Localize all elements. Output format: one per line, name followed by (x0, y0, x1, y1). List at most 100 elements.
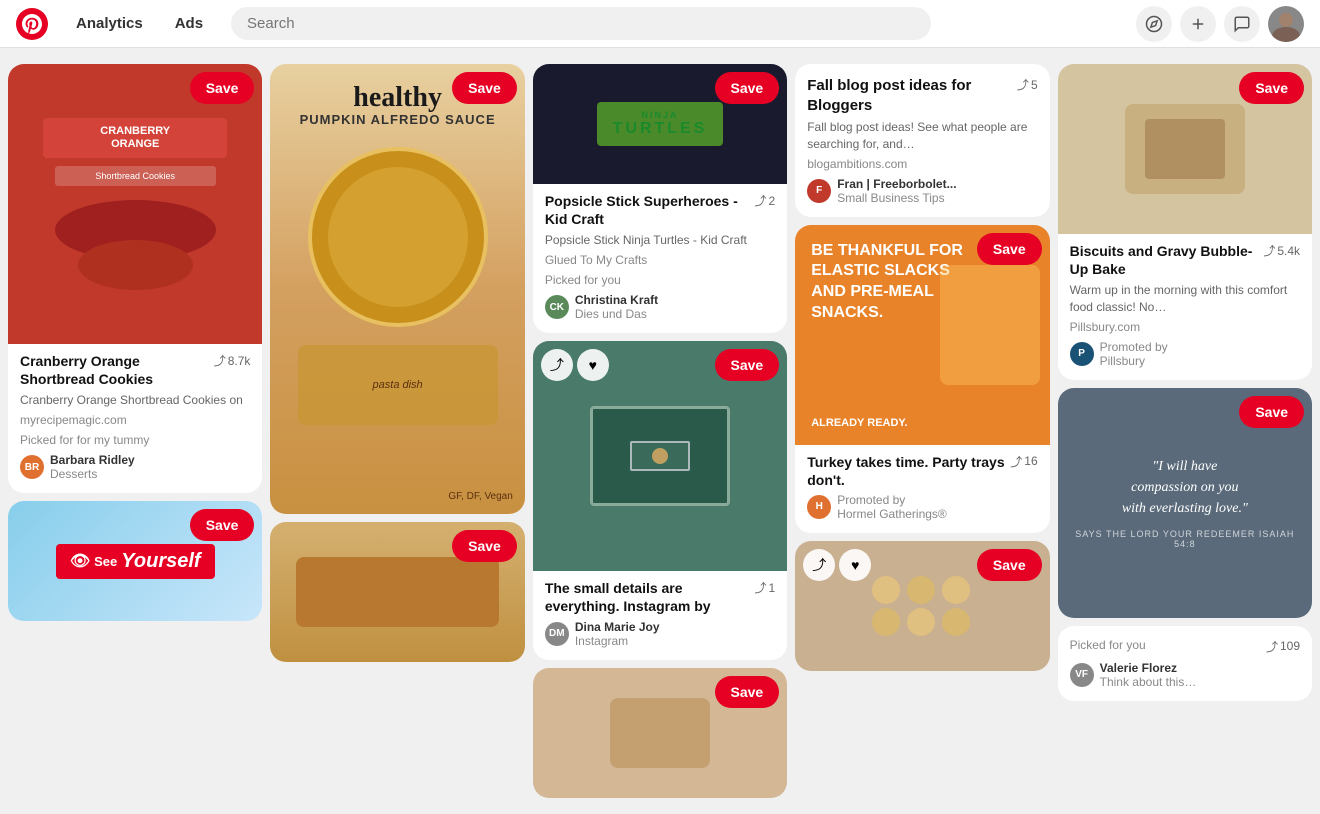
user-avatar-small: CK (545, 295, 569, 319)
pin-info: Biscuits and Gravy Bubble-Up Bake ⤴ 5.4k… (1058, 234, 1312, 380)
user-info: F Fran | Freeborbolet... Small Business … (807, 177, 1037, 205)
pin-grid: CRANBERRYORANGE Shortbread Cookies Save … (0, 48, 1320, 814)
save-icon: ⤴ (214, 352, 226, 369)
pin-title: The small details are everything. Instag… (545, 579, 755, 615)
save-button[interactable]: Save (452, 530, 517, 562)
user-info: VF Valerie Florez Think about this… (1070, 661, 1300, 689)
user-avatar[interactable] (1268, 6, 1304, 42)
pin-info: Picked for you ⤴ 109 VF Valerie Florez T… (1058, 626, 1312, 701)
picked-for: Picked for for my tummy (20, 433, 250, 447)
pin-title: Fall blog post ideas for Bloggers (807, 76, 1017, 115)
pin-card-food-col3[interactable]: Save (533, 668, 787, 798)
user-board: Dies und Das (575, 307, 658, 321)
user-name: Dina Marie Joy (575, 620, 660, 634)
add-icon-btn[interactable] (1180, 6, 1216, 42)
user-info: DM Dina Marie Joy Instagram (545, 620, 775, 648)
main-nav: Analytics Ads (64, 9, 215, 38)
user-avatar-small: BR (20, 455, 44, 479)
pin-card-ninja-turtles[interactable]: NINJA TURTLES Save Popsicle Stick Superh… (533, 64, 787, 333)
column-3: NINJA TURTLES Save Popsicle Stick Superh… (533, 64, 787, 798)
save-count: ⤴ 16 (1010, 453, 1037, 470)
user-board: Instagram (575, 634, 660, 648)
save-button[interactable]: Save (715, 72, 780, 104)
pin-desc: Fall blog post ideas! See what people ar… (807, 119, 1037, 153)
pin-card-biscuits-gravy[interactable]: Save Biscuits and Gravy Bubble-Up Bake ⤴… (1058, 64, 1312, 380)
pin-card-see-yourself[interactable]: 👁 See Yourself Save (8, 501, 262, 621)
user-avatar-small: F (807, 179, 831, 203)
user-name: Barbara Ridley (50, 453, 135, 467)
pin-desc: Popsicle Stick Ninja Turtles - Kid Craft (545, 232, 775, 249)
pin-desc: Warm up in the morning with this comfort… (1070, 282, 1300, 316)
user-board: Small Business Tips (837, 191, 956, 205)
header-right (1136, 6, 1304, 42)
pin-title: Cranberry Orange Shortbread Cookies (20, 352, 214, 388)
column-2: healthy Pumpkin Alfredo Sauce pasta dish… (270, 64, 524, 662)
nav-ads[interactable]: Ads (163, 9, 215, 38)
save-button[interactable]: Save (977, 549, 1042, 581)
picked-for: Picked for you (545, 273, 775, 287)
pin-card-teal-dresser[interactable]: Save ⤴ ♥ The small details are everythin… (533, 341, 787, 659)
pin-card-pasta2[interactable]: Save (270, 522, 524, 662)
save-button[interactable]: Save (1239, 396, 1304, 428)
pin-info: Popsicle Stick Superheroes - Kid Craft ⤴… (533, 184, 787, 333)
save-button[interactable]: Save (190, 72, 255, 104)
pin-source: myrecipemagic.com (20, 413, 250, 427)
masonry-grid: CRANBERRYORANGE Shortbread Cookies Save … (8, 64, 1312, 798)
promoted-label: Promoted by (1100, 340, 1168, 354)
save-count: ⤴ 2 (755, 192, 776, 209)
user-avatar-small: H (807, 495, 831, 519)
user-info: H Promoted by Hormel Gatherings® (807, 493, 1037, 521)
save-count: ⤴ 5 (1017, 76, 1038, 93)
pin-card-biscuits-save[interactable]: Save ⤴ ♥ (795, 541, 1049, 671)
action-buttons: ⤴ ♥ (803, 549, 871, 581)
pin-card-pumpkin-alfredo[interactable]: healthy Pumpkin Alfredo Sauce pasta dish… (270, 64, 524, 514)
pin-info: Turkey takes time. Party trays don't. ⤴ … (795, 445, 1049, 533)
column-1: CRANBERRYORANGE Shortbread Cookies Save … (8, 64, 262, 621)
user-info: P Promoted by Pillsbury (1070, 340, 1300, 368)
save-button[interactable]: Save (715, 349, 780, 381)
promoted-label: Promoted by (837, 493, 947, 507)
pin-card-compassion-quote[interactable]: "I will havecompassion on youwith everla… (1058, 388, 1312, 618)
pin-title: Turkey takes time. Party trays don't. (807, 453, 1010, 489)
header: Analytics Ads (0, 0, 1320, 48)
pin-title: Popsicle Stick Superheroes - Kid Craft (545, 192, 755, 228)
pin-info: Cranberry Orange Shortbread Cookies ⤴ 8.… (8, 344, 262, 493)
user-board: Hormel Gatherings® (837, 507, 947, 521)
user-board: Think about this… (1100, 675, 1197, 689)
action-buttons: ⤴ ♥ (541, 349, 609, 381)
save-button[interactable]: Save (977, 233, 1042, 265)
user-avatar-small: DM (545, 622, 569, 646)
share-button[interactable]: ⤴ (541, 349, 573, 381)
pin-card-picked-item[interactable]: Picked for you ⤴ 109 VF Valerie Florez T… (1058, 626, 1312, 701)
save-button[interactable]: Save (1239, 72, 1304, 104)
pin-source: Pillsbury.com (1070, 320, 1300, 334)
like-button[interactable]: ♥ (839, 549, 871, 581)
user-avatar-small: VF (1070, 663, 1094, 687)
user-name: Christina Kraft (575, 293, 658, 307)
messages-icon-btn[interactable] (1224, 6, 1260, 42)
pin-card-fall-blog[interactable]: Fall blog post ideas for Bloggers ⤴ 5 Fa… (795, 64, 1049, 217)
pin-title: Biscuits and Gravy Bubble-Up Bake (1070, 242, 1264, 278)
save-button[interactable]: Save (190, 509, 255, 541)
save-count: ⤴ 5.4k (1263, 242, 1300, 259)
pin-info: Fall blog post ideas for Bloggers ⤴ 5 Fa… (795, 64, 1049, 217)
user-board: Desserts (50, 467, 135, 481)
save-count: ⤴ 8.7k (214, 352, 251, 369)
pinterest-logo[interactable] (16, 8, 48, 40)
user-name: Valerie Florez (1100, 661, 1197, 675)
like-button[interactable]: ♥ (577, 349, 609, 381)
save-button[interactable]: Save (452, 72, 517, 104)
pin-card-cranberry-cookies[interactable]: CRANBERRYORANGE Shortbread Cookies Save … (8, 64, 262, 493)
column-4: Fall blog post ideas for Bloggers ⤴ 5 Fa… (795, 64, 1049, 671)
nav-analytics[interactable]: Analytics (64, 9, 155, 38)
save-button[interactable]: Save (715, 676, 780, 708)
search-input[interactable] (231, 7, 931, 40)
user-avatar-small: P (1070, 342, 1094, 366)
pin-card-hormel-ad[interactable]: BE THANKFUL FOR ELASTIC SLACKS AND PRE-M… (795, 225, 1049, 533)
share-button[interactable]: ⤴ (803, 549, 835, 581)
pin-info: The small details are everything. Instag… (533, 571, 787, 659)
pin-desc: Cranberry Orange Shortbread Cookies on (20, 392, 250, 409)
pin-source: Glued To My Crafts (545, 253, 775, 267)
user-board: Pillsbury (1100, 354, 1168, 368)
explore-icon-btn[interactable] (1136, 6, 1172, 42)
